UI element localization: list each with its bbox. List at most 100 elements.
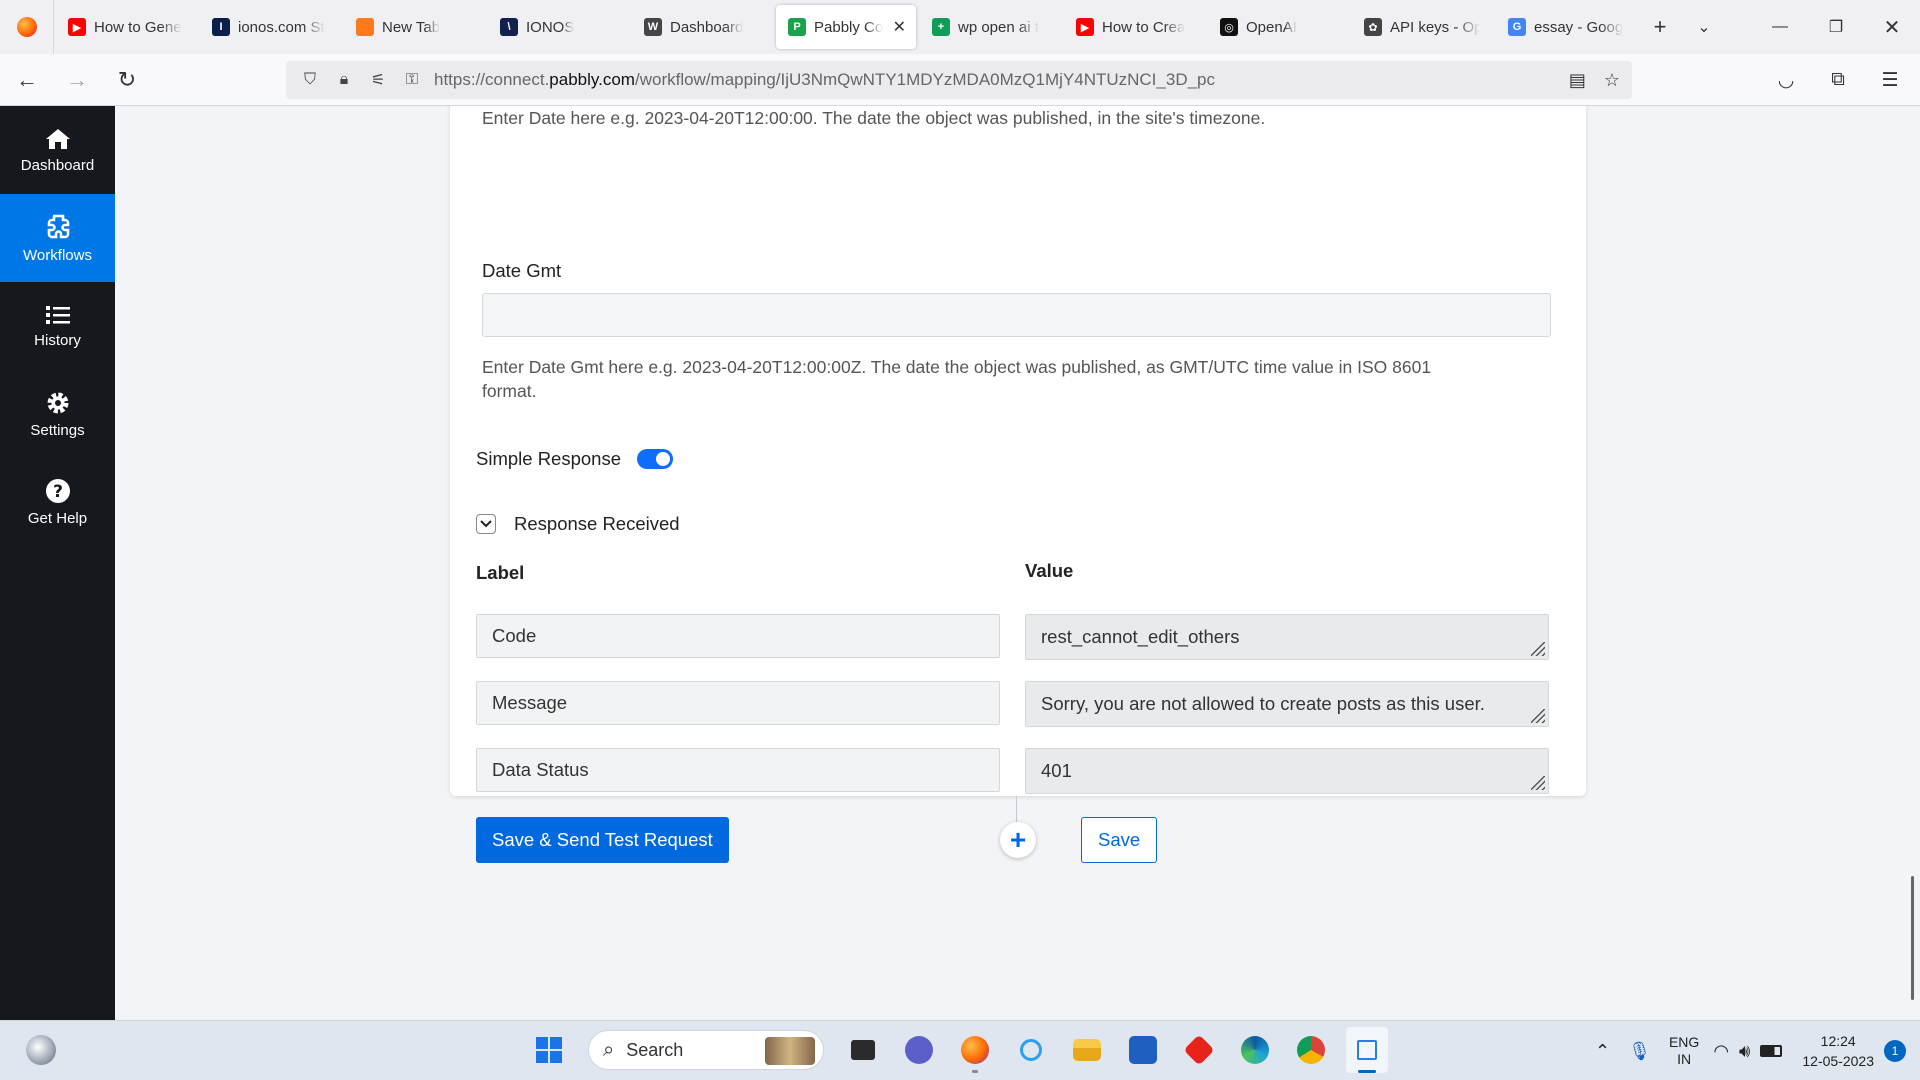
save-button[interactable]: Save bbox=[1081, 817, 1158, 863]
url-path: /workflow/mapping/IjU3NmQwNTY1MDYzMDA0Mz… bbox=[634, 70, 1216, 89]
browser-tab[interactable]: Iionos.com St bbox=[200, 5, 340, 49]
response-label-field[interactable]: Code bbox=[476, 614, 1000, 658]
date-gmt-help-line: Enter Date Gmt here e.g. 2023-04-20T12:0… bbox=[482, 357, 1432, 377]
wifi-icon[interactable]: ◠ bbox=[1713, 1041, 1729, 1062]
gear-icon bbox=[47, 392, 68, 413]
app-sidebar: Dashboard Workflows History Settings ? G… bbox=[0, 106, 115, 1020]
region-code: IN bbox=[1677, 1051, 1692, 1067]
response-value-field[interactable]: rest_cannot_edit_others bbox=[1025, 614, 1549, 660]
clock[interactable]: 12:24 12-05-2023 bbox=[1802, 1031, 1874, 1071]
back-icon[interactable]: ← bbox=[4, 60, 50, 100]
snipping-tool-icon[interactable] bbox=[1346, 1027, 1388, 1073]
response-label-field[interactable]: Data Status bbox=[476, 748, 1000, 792]
tab-favicon-icon: ▶ bbox=[1076, 18, 1094, 36]
file-explorer-icon[interactable] bbox=[1066, 1027, 1108, 1073]
browser-tab[interactable]: W Dashboard bbox=[632, 5, 772, 49]
browser-tab[interactable]: \ IONOS bbox=[488, 5, 628, 49]
response-label-field[interactable]: Message bbox=[476, 681, 1000, 725]
sidebar-item-workflows[interactable]: Workflows bbox=[0, 194, 115, 282]
chevron-up-icon[interactable]: ⌃ bbox=[1595, 1041, 1610, 1062]
restore-icon[interactable]: ❐ bbox=[1808, 0, 1864, 54]
task-view-icon[interactable] bbox=[842, 1027, 884, 1073]
resize-grip-icon[interactable] bbox=[1531, 642, 1545, 656]
forward-icon[interactable]: → bbox=[54, 60, 100, 100]
sidebar-item-get-help[interactable]: ? Get Help bbox=[0, 458, 115, 546]
battery-icon[interactable] bbox=[1760, 1045, 1783, 1057]
chat-icon[interactable] bbox=[898, 1027, 940, 1073]
url-prefix: https://connect. bbox=[434, 70, 550, 89]
browser-tab[interactable]: ▶ How to Crea bbox=[1064, 5, 1204, 49]
close-tab-icon[interactable]: ✕ bbox=[893, 17, 906, 37]
plus-icon: + bbox=[1009, 824, 1027, 855]
tab-label: API keys - Op bbox=[1390, 18, 1480, 36]
date-gmt-input[interactable] bbox=[482, 293, 1551, 337]
response-received-header[interactable]: Response Received bbox=[476, 513, 680, 535]
scrollbar-thumb[interactable] bbox=[1911, 876, 1914, 1000]
browser-tab[interactable]: Gessay - Goog bbox=[1496, 5, 1636, 49]
language-indicator[interactable]: ENG IN bbox=[1669, 1034, 1699, 1068]
tab-label: How to Gene bbox=[94, 18, 182, 36]
tab-label: Pabbly Co bbox=[814, 18, 884, 36]
weather-widget-icon[interactable] bbox=[26, 1035, 56, 1065]
browser-tab-strip: ▶ How to Gene Iionos.com St New Tab \ IONOS W D… bbox=[0, 0, 1920, 54]
resize-grip-icon[interactable] bbox=[1531, 709, 1545, 723]
lock-icon[interactable]: 🔒︎ bbox=[332, 71, 356, 89]
chrome-icon[interactable] bbox=[1290, 1027, 1332, 1073]
language-code: ENG bbox=[1668, 1034, 1700, 1050]
tab-favicon-icon: P bbox=[788, 18, 806, 36]
cortana-icon[interactable] bbox=[1010, 1027, 1052, 1073]
browser-tab[interactable]: ◎ OpenAI bbox=[1208, 5, 1348, 49]
response-value-field[interactable]: 401 bbox=[1025, 748, 1549, 794]
sidebar-item-label: Settings bbox=[30, 421, 85, 439]
reader-view-icon[interactable]: ▤ bbox=[1569, 70, 1586, 91]
sidebar-item-dashboard[interactable]: Dashboard bbox=[0, 106, 115, 194]
start-button[interactable] bbox=[528, 1027, 570, 1073]
browser-tab[interactable]: ✿ API keys - Op bbox=[1352, 5, 1492, 49]
hamburger-menu-icon[interactable]: ☰ bbox=[1870, 60, 1910, 100]
edge-icon[interactable] bbox=[1234, 1027, 1276, 1073]
tab-favicon-icon: I bbox=[212, 18, 230, 36]
sidebar-item-history[interactable]: History bbox=[0, 282, 115, 370]
pocket-icon[interactable]: ◡ bbox=[1766, 60, 1806, 100]
tab-favicon-icon: \ bbox=[500, 18, 518, 36]
tab-list: ▶ How to Gene Iionos.com St New Tab \ IONOS W D… bbox=[54, 5, 1638, 49]
browser-tab[interactable]: + wp open ai t bbox=[920, 5, 1060, 49]
sidebar-item-settings[interactable]: Settings bbox=[0, 370, 115, 458]
workflow-icon bbox=[47, 214, 69, 238]
chevron-down-icon[interactable] bbox=[476, 514, 496, 534]
red-app-icon[interactable] bbox=[1178, 1027, 1220, 1073]
firefox-menu-icon[interactable] bbox=[0, 0, 54, 54]
close-window-icon[interactable]: ✕ bbox=[1864, 0, 1920, 54]
permissions-icon[interactable]: ⚟ bbox=[366, 70, 390, 90]
help-icon: ? bbox=[45, 478, 70, 503]
new-tab-icon[interactable]: + bbox=[1638, 5, 1682, 49]
clock-date: 12-05-2023 bbox=[1802, 1053, 1874, 1069]
response-value-field[interactable]: Sorry, you are not allowed to create pos… bbox=[1025, 681, 1549, 727]
tab-favicon-icon: ✿ bbox=[1364, 18, 1382, 36]
tab-label: essay - Goog bbox=[1534, 18, 1624, 36]
shield-icon[interactable]: ⛉ bbox=[298, 71, 322, 89]
browser-tab[interactable]: P Pabbly Co ✕ bbox=[776, 5, 916, 49]
taskbar-search-box[interactable]: ⌕ Search bbox=[588, 1030, 824, 1070]
minimize-icon[interactable]: — bbox=[1752, 0, 1808, 54]
list-all-tabs-icon[interactable]: ⌄ bbox=[1682, 5, 1726, 49]
microsoft-store-icon[interactable] bbox=[1122, 1027, 1164, 1073]
tab-favicon-icon: W bbox=[644, 18, 662, 36]
browser-tab[interactable]: ▶ How to Gene bbox=[56, 5, 196, 49]
tab-label: How to Crea bbox=[1102, 18, 1186, 36]
add-step-button[interactable]: + bbox=[1000, 822, 1036, 858]
extensions-icon[interactable]: ⧉ bbox=[1818, 60, 1858, 100]
key-icon[interactable]: ⚿ bbox=[400, 71, 424, 89]
microphone-icon[interactable]: 🎙︎ bbox=[1628, 1041, 1651, 1062]
url-bar[interactable]: ⛉ 🔒︎ ⚟ ⚿ https://connect.pabbly.com/work… bbox=[286, 61, 1632, 99]
save-and-send-test-request-button[interactable]: Save & Send Test Request bbox=[476, 817, 729, 863]
notification-badge[interactable]: 1 bbox=[1884, 1040, 1906, 1062]
bookmark-star-icon[interactable]: ☆ bbox=[1604, 70, 1620, 91]
resize-grip-icon[interactable] bbox=[1531, 776, 1545, 790]
firefox-taskbar-icon[interactable] bbox=[954, 1027, 996, 1073]
browser-tab[interactable]: New Tab bbox=[344, 5, 484, 49]
volume-icon[interactable]: 🔊︎ bbox=[1739, 1041, 1750, 1062]
simple-response-toggle[interactable] bbox=[637, 449, 673, 469]
reload-icon[interactable]: ↻ bbox=[104, 60, 150, 100]
sidebar-item-label: Workflows bbox=[23, 246, 92, 264]
